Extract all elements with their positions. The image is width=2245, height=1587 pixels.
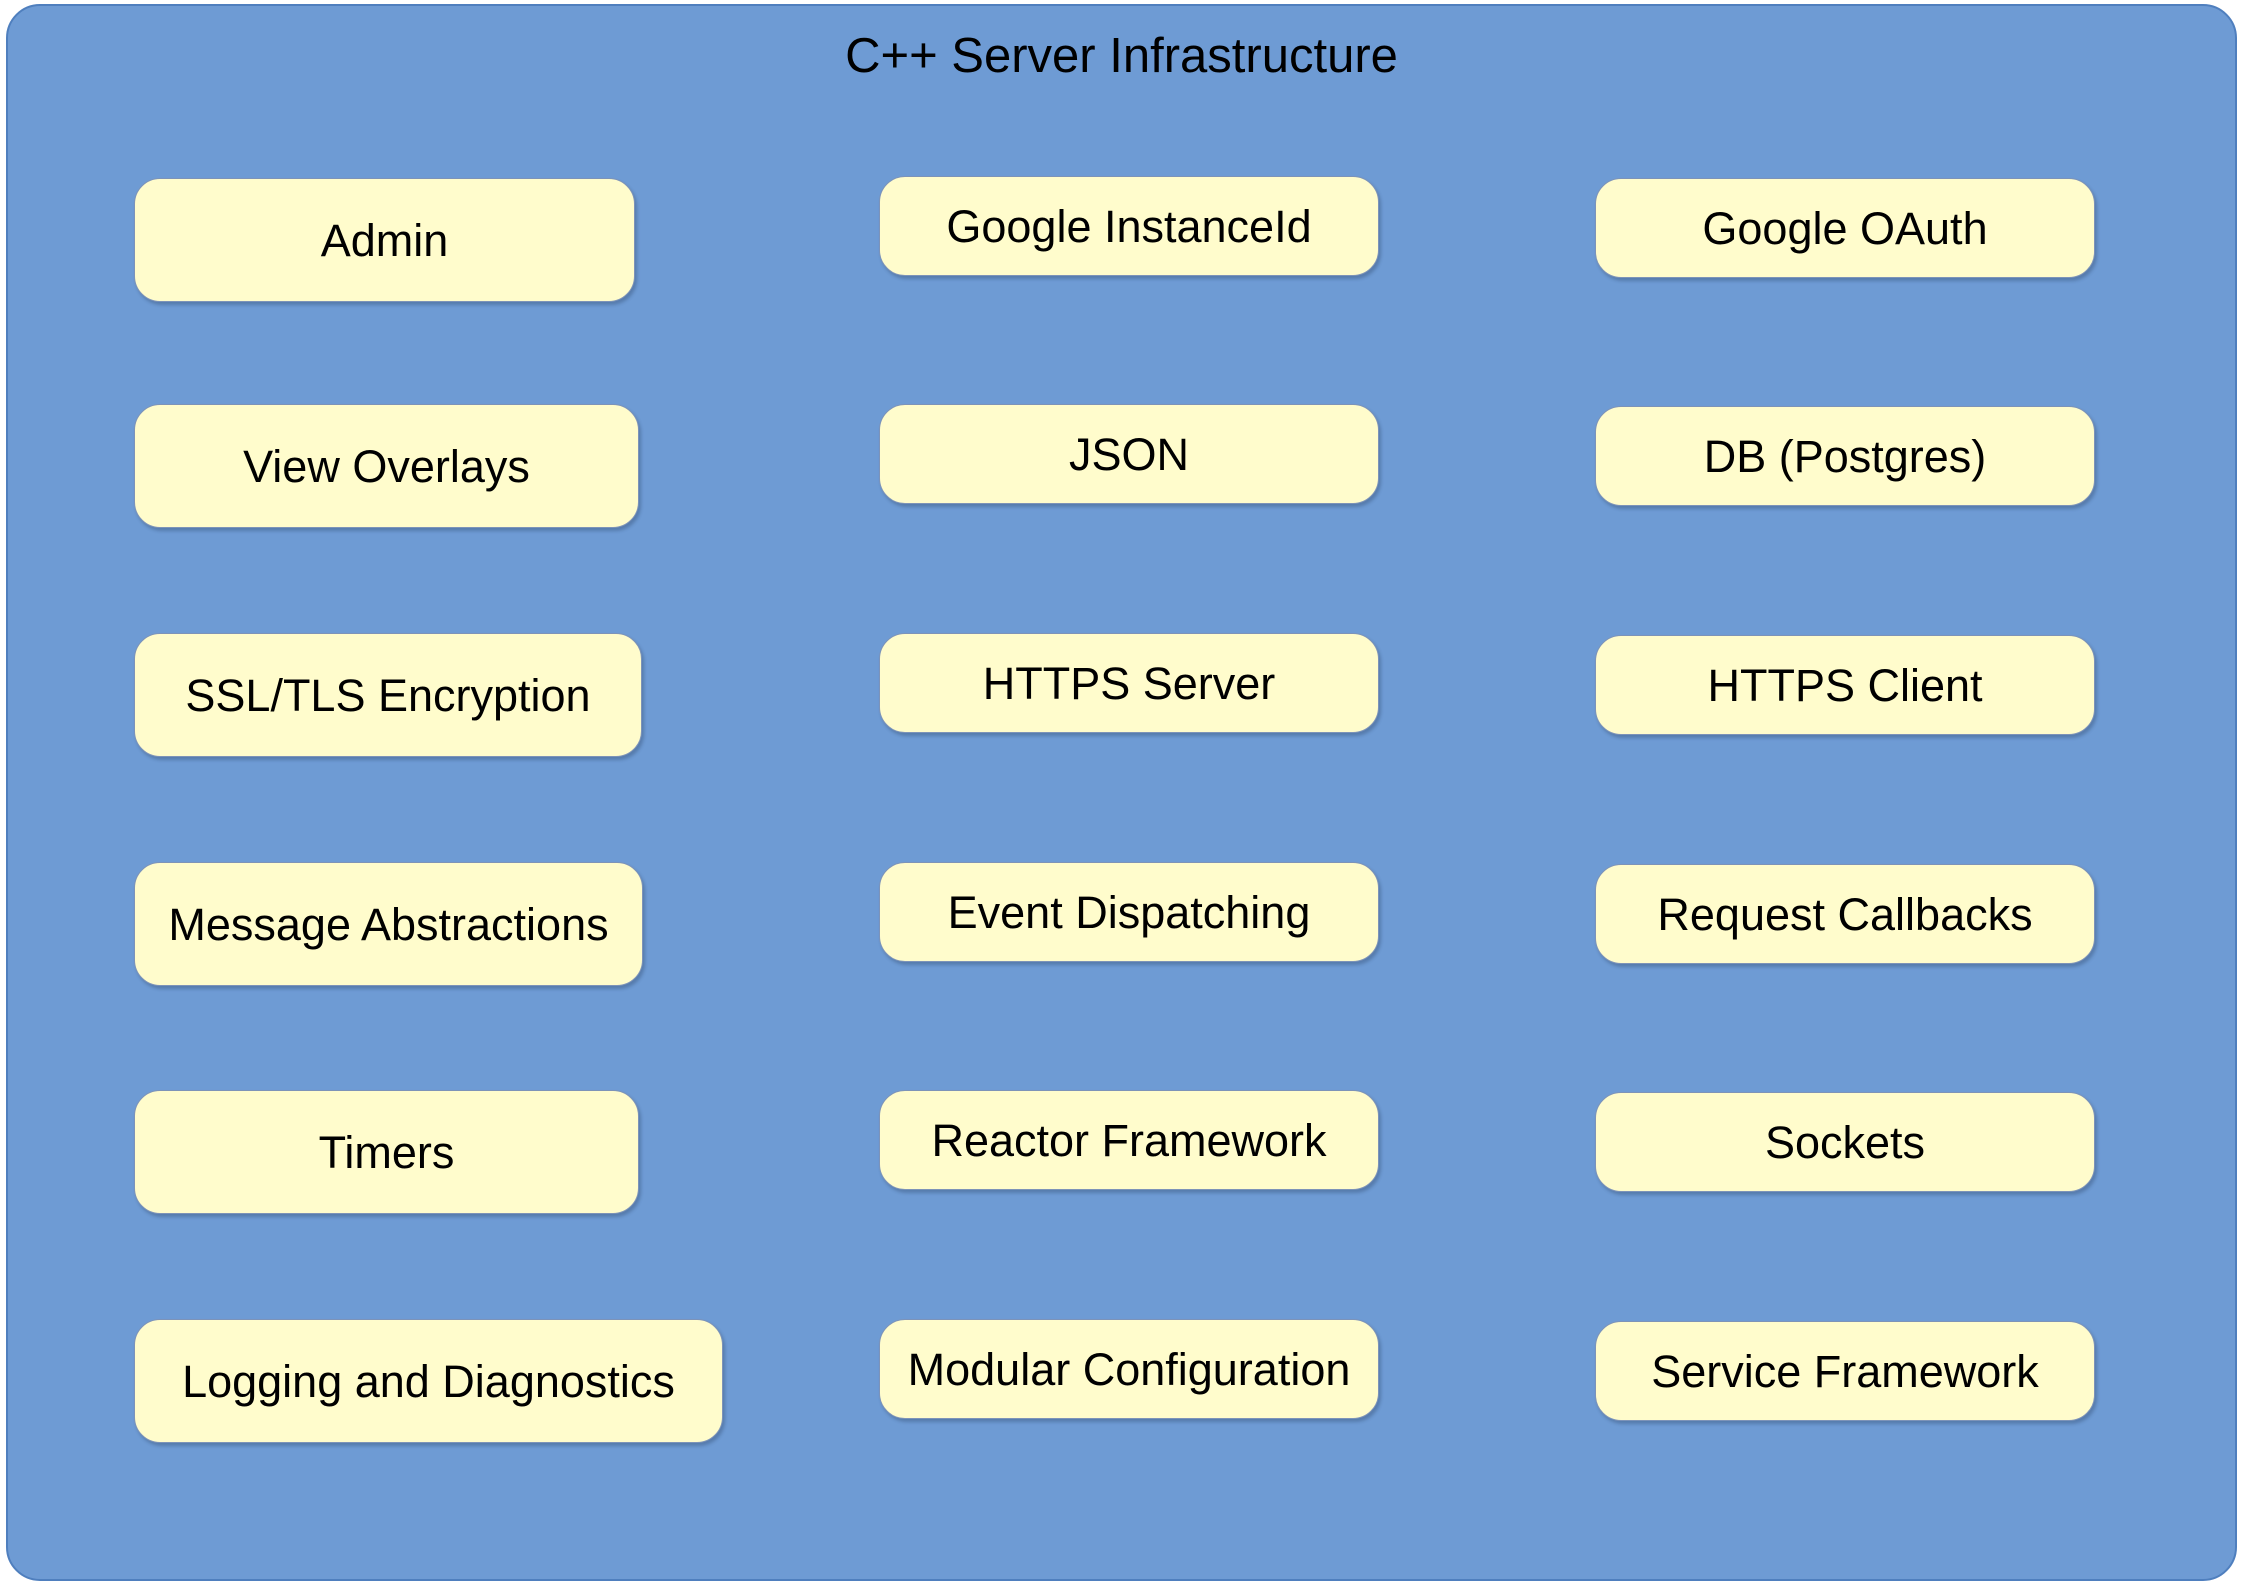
node-label: Reactor Framework [931,1114,1327,1166]
node-label: Modular Configuration [907,1343,1351,1395]
node-box[interactable]: HTTPS Client [1595,635,2095,735]
node-label: View Overlays [243,440,530,492]
node-label: HTTPS Client [1707,659,1983,711]
node-label: Google InstanceId [946,200,1312,252]
node-box[interactable]: Google OAuth [1595,178,2095,278]
node-box[interactable]: Modular Configuration [879,1319,1379,1419]
node-label: HTTPS Server [982,657,1276,709]
node-label: Logging and Diagnostics [182,1355,675,1407]
node-box[interactable]: Reactor Framework [879,1090,1379,1190]
node-label: Admin [320,214,449,266]
node-box[interactable]: Message Abstractions [134,862,643,986]
node-box[interactable]: Google InstanceId [879,176,1379,276]
node-box[interactable]: DB (Postgres) [1595,406,2095,506]
node-box[interactable]: SSL/TLS Encryption [134,633,642,757]
node-box[interactable]: JSON [879,404,1379,504]
node-box[interactable]: Service Framework [1595,1321,2095,1421]
node-box[interactable]: Event Dispatching [879,862,1379,962]
node-label: Google OAuth [1702,202,1988,254]
node-box[interactable]: Admin [134,178,635,302]
node-label: Message Abstractions [168,898,609,950]
node-box[interactable]: Logging and Diagnostics [134,1319,723,1443]
node-label: DB (Postgres) [1703,430,1987,482]
node-label: SSL/TLS Encryption [185,669,591,721]
node-label: Request Callbacks [1657,888,2033,940]
node-box[interactable]: Request Callbacks [1595,864,2095,964]
server-infrastructure-cluster: C++ Server Infrastructure Admin View Over… [6,4,2237,1581]
node-label: Timers [318,1126,455,1178]
node-box[interactable]: Timers [134,1090,639,1214]
node-label: Event Dispatching [947,886,1311,938]
diagram-root: C++ Server Infrastructure Admin View Over… [0,0,2245,1587]
node-box[interactable]: View Overlays [134,404,639,528]
node-label: Sockets [1764,1116,1926,1168]
node-box[interactable]: Sockets [1595,1092,2095,1192]
diagram-title: C++ Server Infrastructure [845,29,1398,83]
node-label: JSON [1068,428,1189,480]
node-label: Service Framework [1651,1345,2039,1397]
node-box[interactable]: HTTPS Server [879,633,1379,733]
